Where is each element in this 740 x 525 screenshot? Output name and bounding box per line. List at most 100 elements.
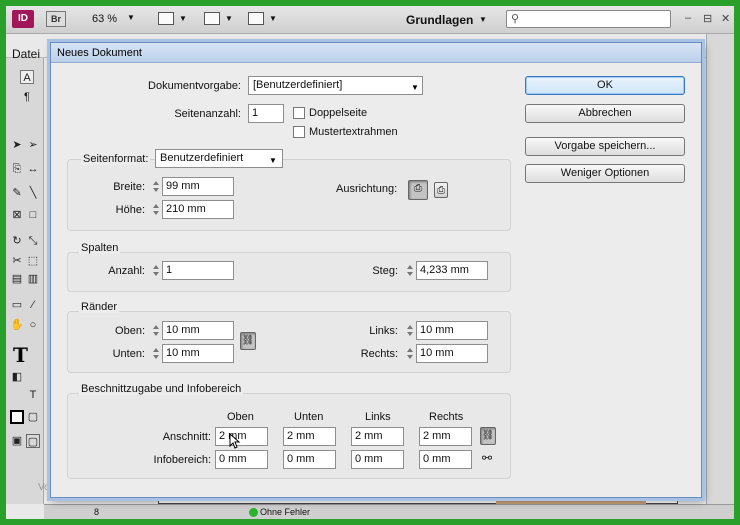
orientation-label: Ausrichtung: [336,183,398,195]
margin-right-label: Rechts: [360,348,398,360]
margin-right-input[interactable]: 10 mm [416,344,488,363]
type-tool-icon[interactable]: T [13,343,28,367]
hand-tool-icon[interactable]: ✋ [10,318,24,332]
landscape-orientation-icon[interactable]: ⎙ [434,182,448,198]
cancel-button[interactable]: Abbrechen [525,104,685,123]
page-tool-icon[interactable]: ⎘ [10,162,24,176]
gradient-tool-icon[interactable]: ▤ [10,272,24,286]
workspace-switcher[interactable]: Grundlagen [406,13,473,27]
preset-select[interactable]: [Benutzerdefiniert] [248,76,423,95]
mouse-cursor-icon [229,433,241,449]
slug-top-input[interactable]: 0 mm [215,450,268,469]
columns-stepper[interactable] [152,261,161,280]
slug-label: Infobereich: [153,454,211,466]
margin-left-stepper[interactable] [406,321,415,340]
preview-view-icon[interactable]: ▢ [26,434,40,448]
new-document-dialog: Neues Dokument Dokumentvorgabe: [Benutze… [50,42,702,498]
free-transform-tool-icon[interactable]: ⬚ [26,254,40,268]
chevron-down-icon[interactable]: ▼ [127,13,135,22]
note-tool-icon[interactable]: ▭ [10,298,24,312]
gap-tool-icon[interactable]: ↔ [26,162,40,176]
selection-tool-icon[interactable]: ➤ [10,138,24,152]
pen-tool-icon[interactable]: ✎ [10,186,24,200]
control-mode-icon[interactable]: A [20,70,34,84]
rectangle-frame-tool-icon[interactable]: ⊠ [10,208,24,222]
columns-count-input[interactable]: 1 [162,261,234,280]
bleed-left-input[interactable]: 2 mm [351,427,404,446]
bridge-button[interactable]: Br [46,11,66,27]
zoom-tool-icon[interactable]: ○ [26,318,40,332]
direct-selection-tool-icon[interactable]: ➢ [26,138,40,152]
margin-bottom-stepper[interactable] [152,344,161,363]
width-stepper[interactable] [152,177,161,196]
margin-bottom-input[interactable]: 10 mm [162,344,234,363]
rotate-tool-icon[interactable]: ↻ [10,234,24,248]
view-options-icon[interactable] [158,12,174,25]
page-size-select[interactable]: Benutzerdefiniert [155,149,283,168]
minimize-icon[interactable]: – [685,12,691,24]
pages-input[interactable]: 1 [248,104,284,123]
margin-right-stepper[interactable] [406,344,415,363]
portrait-orientation-icon[interactable]: ⎙ [408,180,428,200]
height-input[interactable]: 210 mm [162,200,234,219]
save-preset-button[interactable]: Vorgabe speichern... [525,137,685,156]
preflight-status[interactable]: Ohne Fehler [260,507,310,517]
search-input[interactable] [506,10,671,28]
slug-right-input[interactable]: 0 mm [419,450,472,469]
default-colors-icon[interactable]: ◧ [10,370,24,384]
bleed-label: Anschnitt: [162,431,211,443]
columns-count-label: Anzahl: [108,265,145,277]
dialog-title: Neues Dokument [57,47,142,59]
chevron-down-icon[interactable]: ▼ [179,14,187,23]
link-margins-icon[interactable]: ⛓ [240,332,256,350]
fill-swatch-icon[interactable] [10,410,24,424]
facing-pages-label: Doppelseite [309,107,368,119]
eyedropper-tool-icon[interactable]: ⁄ [26,298,40,312]
margin-left-input[interactable]: 10 mm [416,321,488,340]
formatting-affects-text-icon[interactable]: T [26,388,40,402]
line-tool-icon[interactable]: ╲ [26,186,40,200]
slug-bottom-input[interactable]: 0 mm [283,450,336,469]
bleed-column-right: Rechts [429,411,464,423]
close-icon[interactable]: ✕ [721,12,730,25]
page-number-field[interactable]: 8 [94,507,99,517]
ok-button[interactable]: OK [525,76,685,95]
chevron-down-icon[interactable]: ▼ [269,14,277,23]
width-input[interactable]: 99 mm [162,177,234,196]
chevron-down-icon[interactable]: ▼ [269,156,277,165]
arrange-documents-icon[interactable] [248,12,264,25]
normal-view-icon[interactable]: ▣ [10,434,24,448]
unlink-slug-icon[interactable]: ⚯ [482,451,492,465]
preset-label: Dokumentvorgabe: [148,80,241,92]
scale-tool-icon[interactable]: ⤡ [26,234,40,248]
chevron-down-icon[interactable]: ▼ [479,15,487,24]
bleed-slug-title: Beschnittzugabe und Infobereich [79,383,244,395]
margin-top-input[interactable]: 10 mm [162,321,234,340]
chevron-down-icon[interactable]: ▼ [411,83,419,92]
slug-left-input[interactable]: 0 mm [351,450,404,469]
fewer-options-button[interactable]: Weniger Optionen [525,164,685,183]
margin-top-stepper[interactable] [152,321,161,340]
paragraph-icon[interactable]: ¶ [20,90,34,104]
master-text-frame-checkbox[interactable] [293,126,305,138]
height-stepper[interactable] [152,200,161,219]
bleed-bottom-input[interactable]: 2 mm [283,427,336,446]
app-window: ID Br 63 % ▼ ▼ ▼ ▼ Grundlagen ▼ ⚲ – ⊟ ✕ … [0,0,740,525]
rectangle-tool-icon[interactable]: □ [26,208,40,222]
dialog-titlebar[interactable]: Neues Dokument [51,43,701,63]
gutter-stepper[interactable] [406,261,415,280]
restore-icon[interactable]: ⊟ [703,12,712,25]
stroke-swatch-icon[interactable]: ▢ [26,410,40,424]
chevron-down-icon[interactable]: ▼ [225,14,233,23]
bleed-right-input[interactable]: 2 mm [419,427,472,446]
zoom-level[interactable]: 63 % [92,13,117,25]
screen-mode-icon[interactable] [204,12,220,25]
link-bleed-icon[interactable]: ⛓ [480,427,496,445]
bleed-top-input[interactable]: 2 mm [215,427,268,446]
gradient-feather-tool-icon[interactable]: ▥ [26,272,40,286]
gutter-input[interactable]: 4,233 mm [416,261,488,280]
indesign-logo: ID [12,10,34,28]
margin-left-label: Links: [369,325,398,337]
scissors-tool-icon[interactable]: ✂ [10,254,24,268]
facing-pages-checkbox[interactable] [293,107,305,119]
